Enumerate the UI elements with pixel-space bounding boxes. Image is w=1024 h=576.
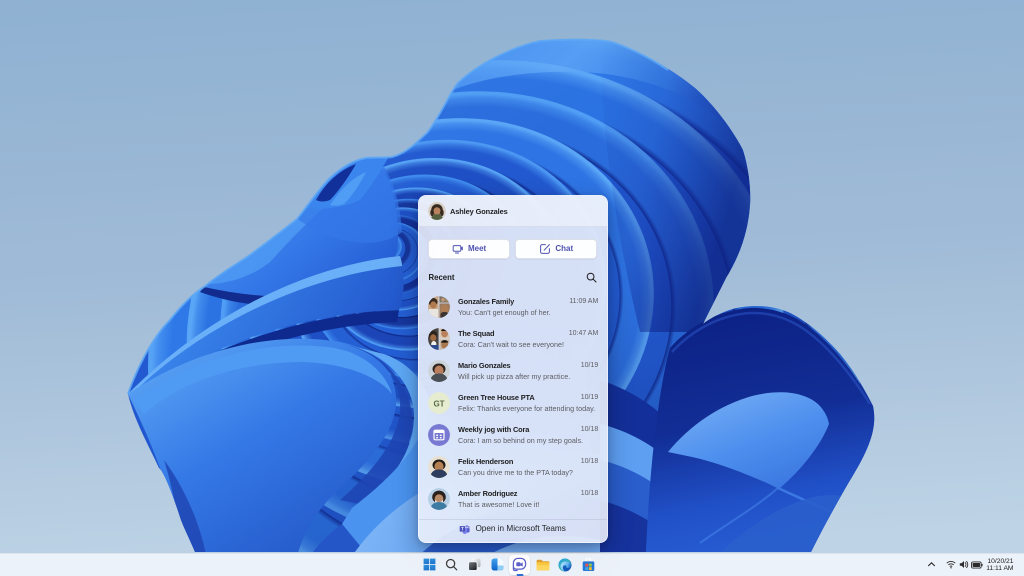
svg-text:GT: GT [433, 400, 444, 409]
